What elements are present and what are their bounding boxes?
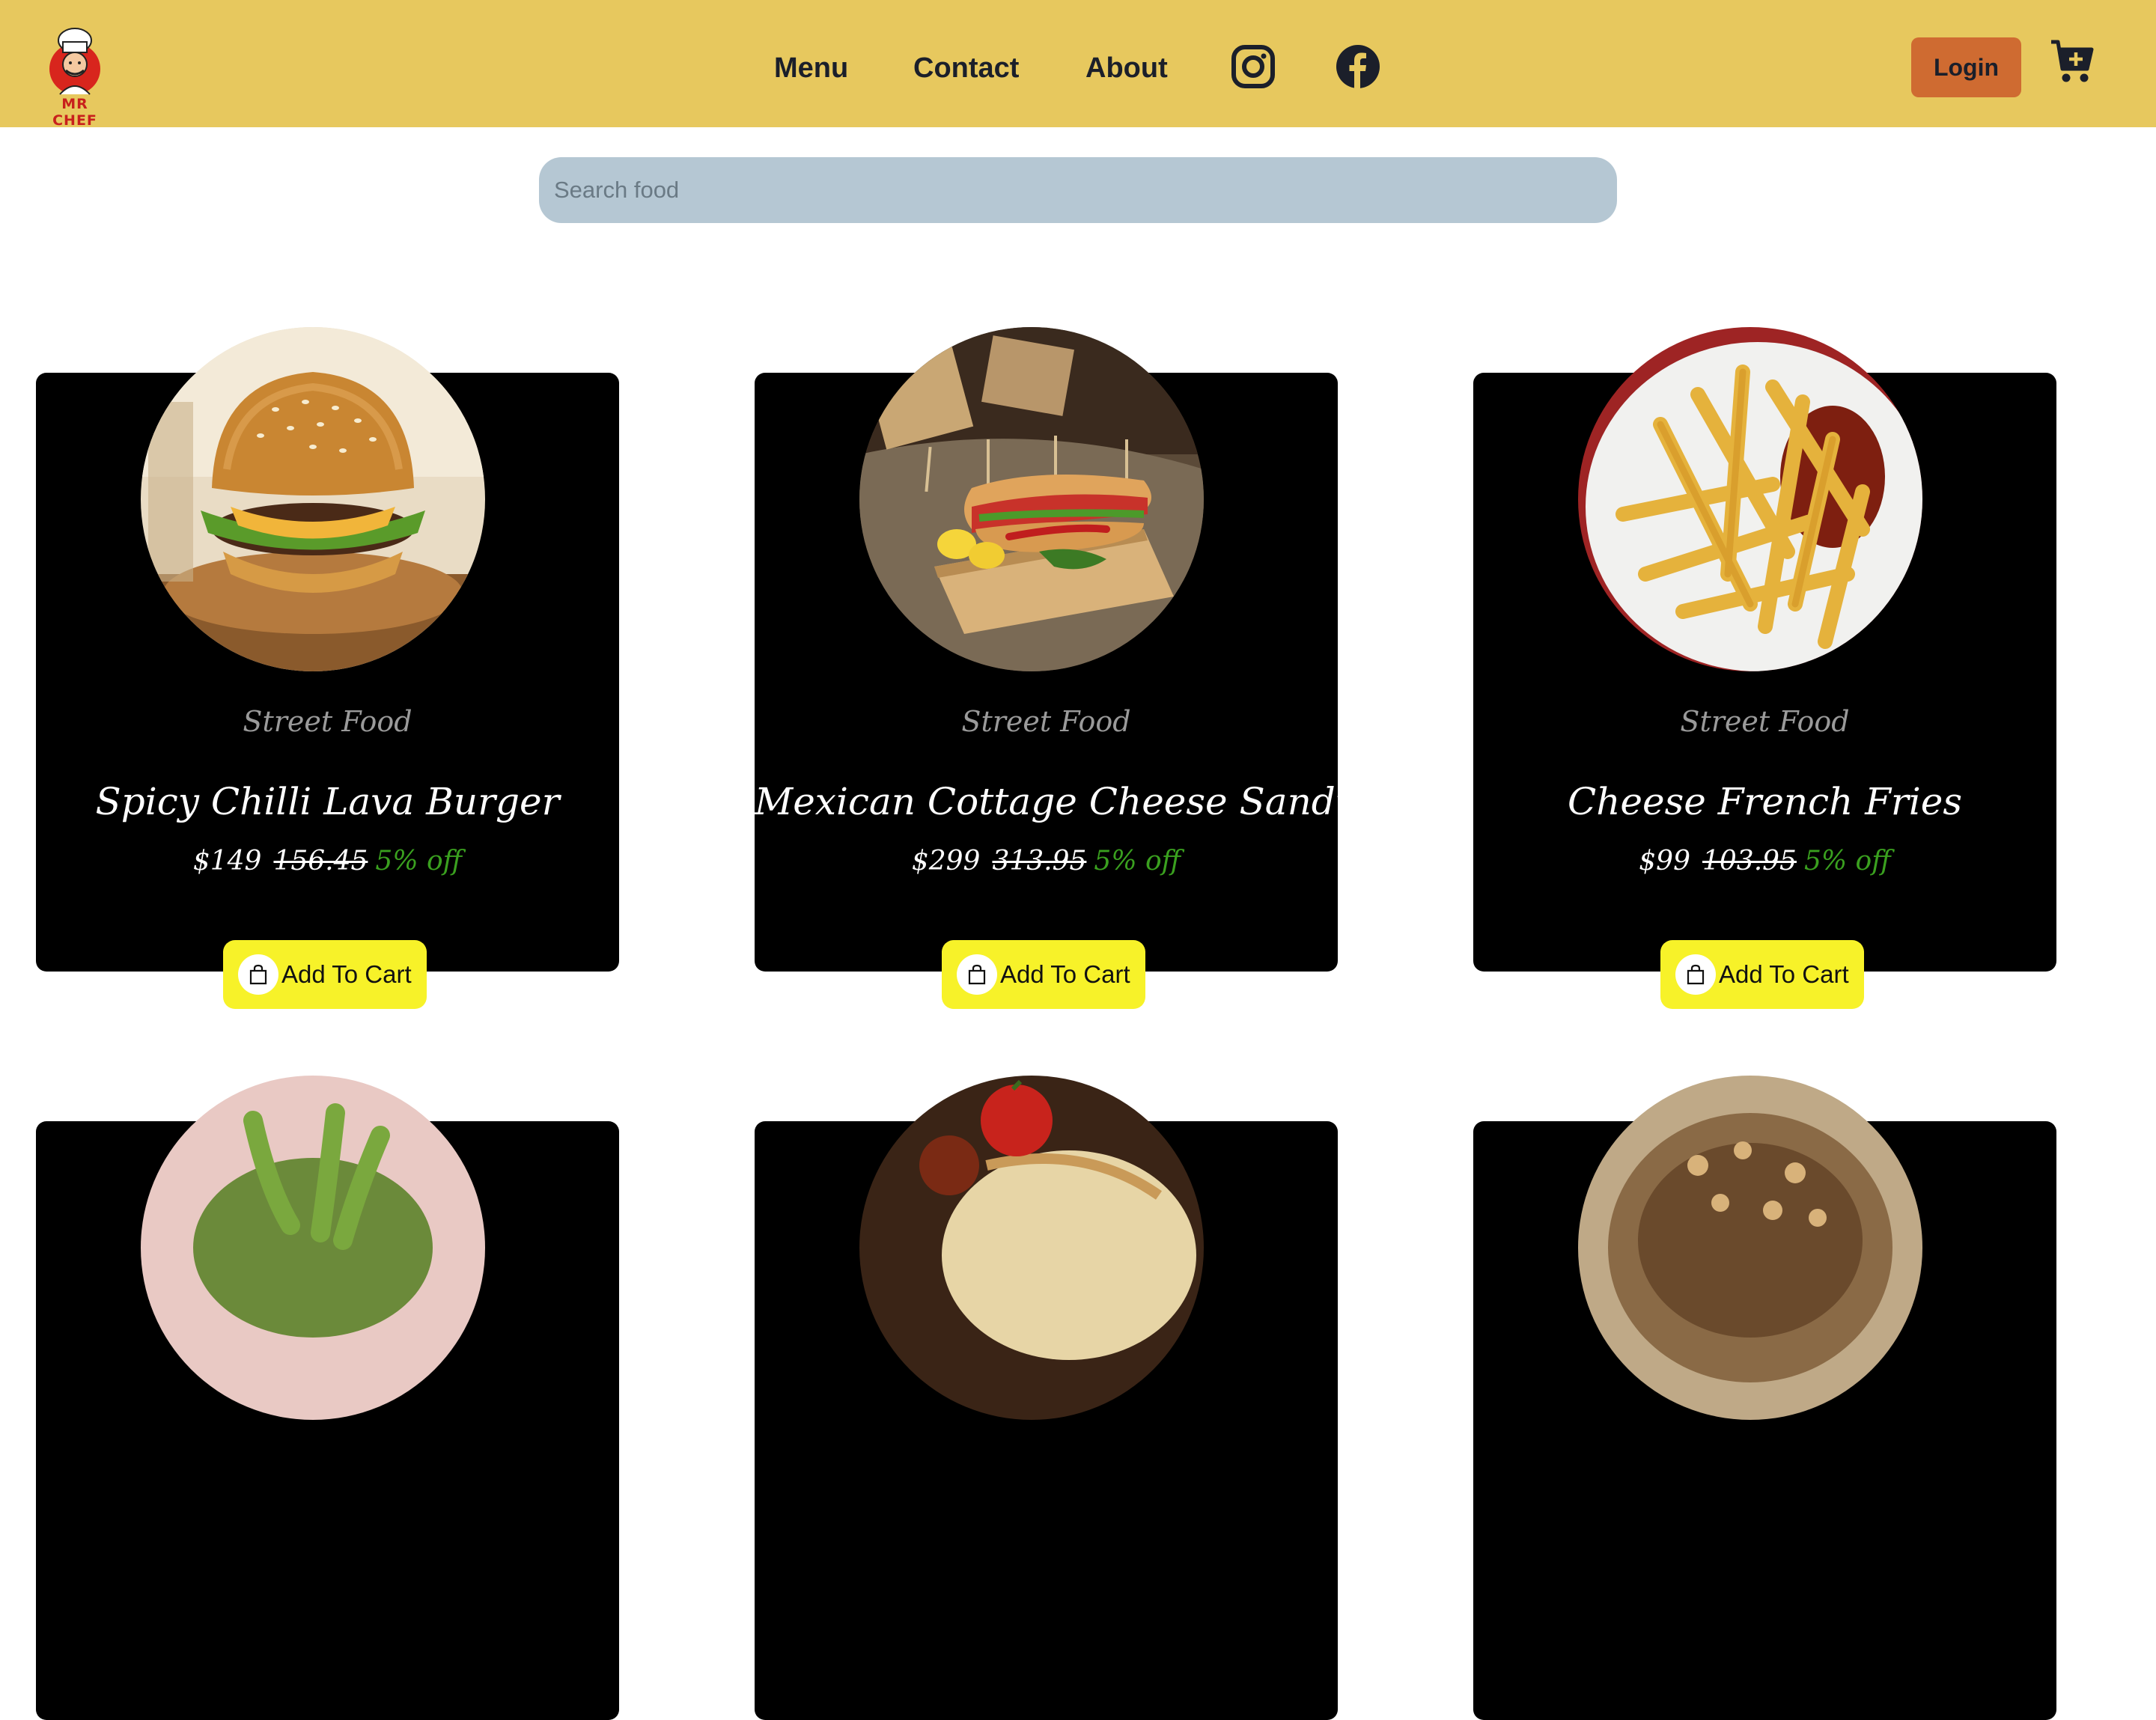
add-to-cart-label: Add To Cart [1000, 960, 1130, 988]
instagram-icon[interactable] [1230, 43, 1276, 90]
nav-contact[interactable]: Contact [913, 46, 1019, 90]
discount-label: 5% off [1803, 846, 1891, 876]
fries-image [1578, 327, 1922, 671]
nav-menu[interactable]: Menu [774, 46, 848, 90]
discount-label: 5% off [375, 846, 463, 876]
product-category: Street Food [1680, 705, 1850, 738]
product-title: Mexican Cottage Cheese Sandwich [755, 780, 1425, 823]
search-bar [539, 157, 1617, 223]
price-original: 156.45 [273, 846, 368, 876]
login-button[interactable]: Login [1911, 37, 2021, 97]
price-current: $149 [192, 846, 262, 876]
site-header: MR CHEF Menu Contact About Login [0, 0, 2156, 129]
shopping-bag-icon [957, 954, 997, 995]
add-to-cart-label: Add To Cart [1719, 960, 1849, 988]
product-category: Street Food [961, 705, 1131, 738]
discount-label: 5% off [1094, 846, 1181, 876]
product-price: $299 313.95 5% off [755, 846, 1338, 876]
logo-text: MR CHEF [52, 96, 97, 129]
product-title: Spicy Chilli Lava Burger [95, 780, 560, 823]
search-input[interactable] [539, 157, 1617, 223]
product-title: Cheese French Fries [1567, 780, 1963, 823]
cart-plus-icon[interactable] [2050, 39, 2096, 85]
product-price: $99 103.95 5% off [1473, 846, 2056, 876]
food-image [859, 1076, 1204, 1420]
food-image [1578, 1076, 1922, 1420]
add-to-cart-button[interactable]: Add To Cart [942, 940, 1145, 1009]
chef-logo-icon [49, 28, 100, 95]
price-original: 313.95 [992, 846, 1087, 876]
nav-about[interactable]: About [1085, 46, 1168, 90]
add-to-cart-label: Add To Cart [281, 960, 412, 988]
burger-image [141, 327, 485, 671]
shopping-bag-icon [238, 954, 278, 995]
mr-chef-logo[interactable]: MR CHEF [37, 25, 112, 129]
add-to-cart-button[interactable]: Add To Cart [223, 940, 427, 1009]
price-current: $299 [911, 846, 981, 876]
facebook-icon[interactable] [1335, 43, 1381, 90]
add-to-cart-button[interactable]: Add To Cart [1660, 940, 1864, 1009]
sandwich-image [859, 327, 1204, 671]
price-original: 103.95 [1702, 846, 1797, 876]
product-category: Street Food [243, 705, 412, 738]
product-price: $149 156.45 5% off [36, 846, 619, 876]
price-current: $99 [1639, 846, 1690, 876]
shopping-bag-icon [1675, 954, 1716, 995]
food-image [141, 1076, 485, 1420]
